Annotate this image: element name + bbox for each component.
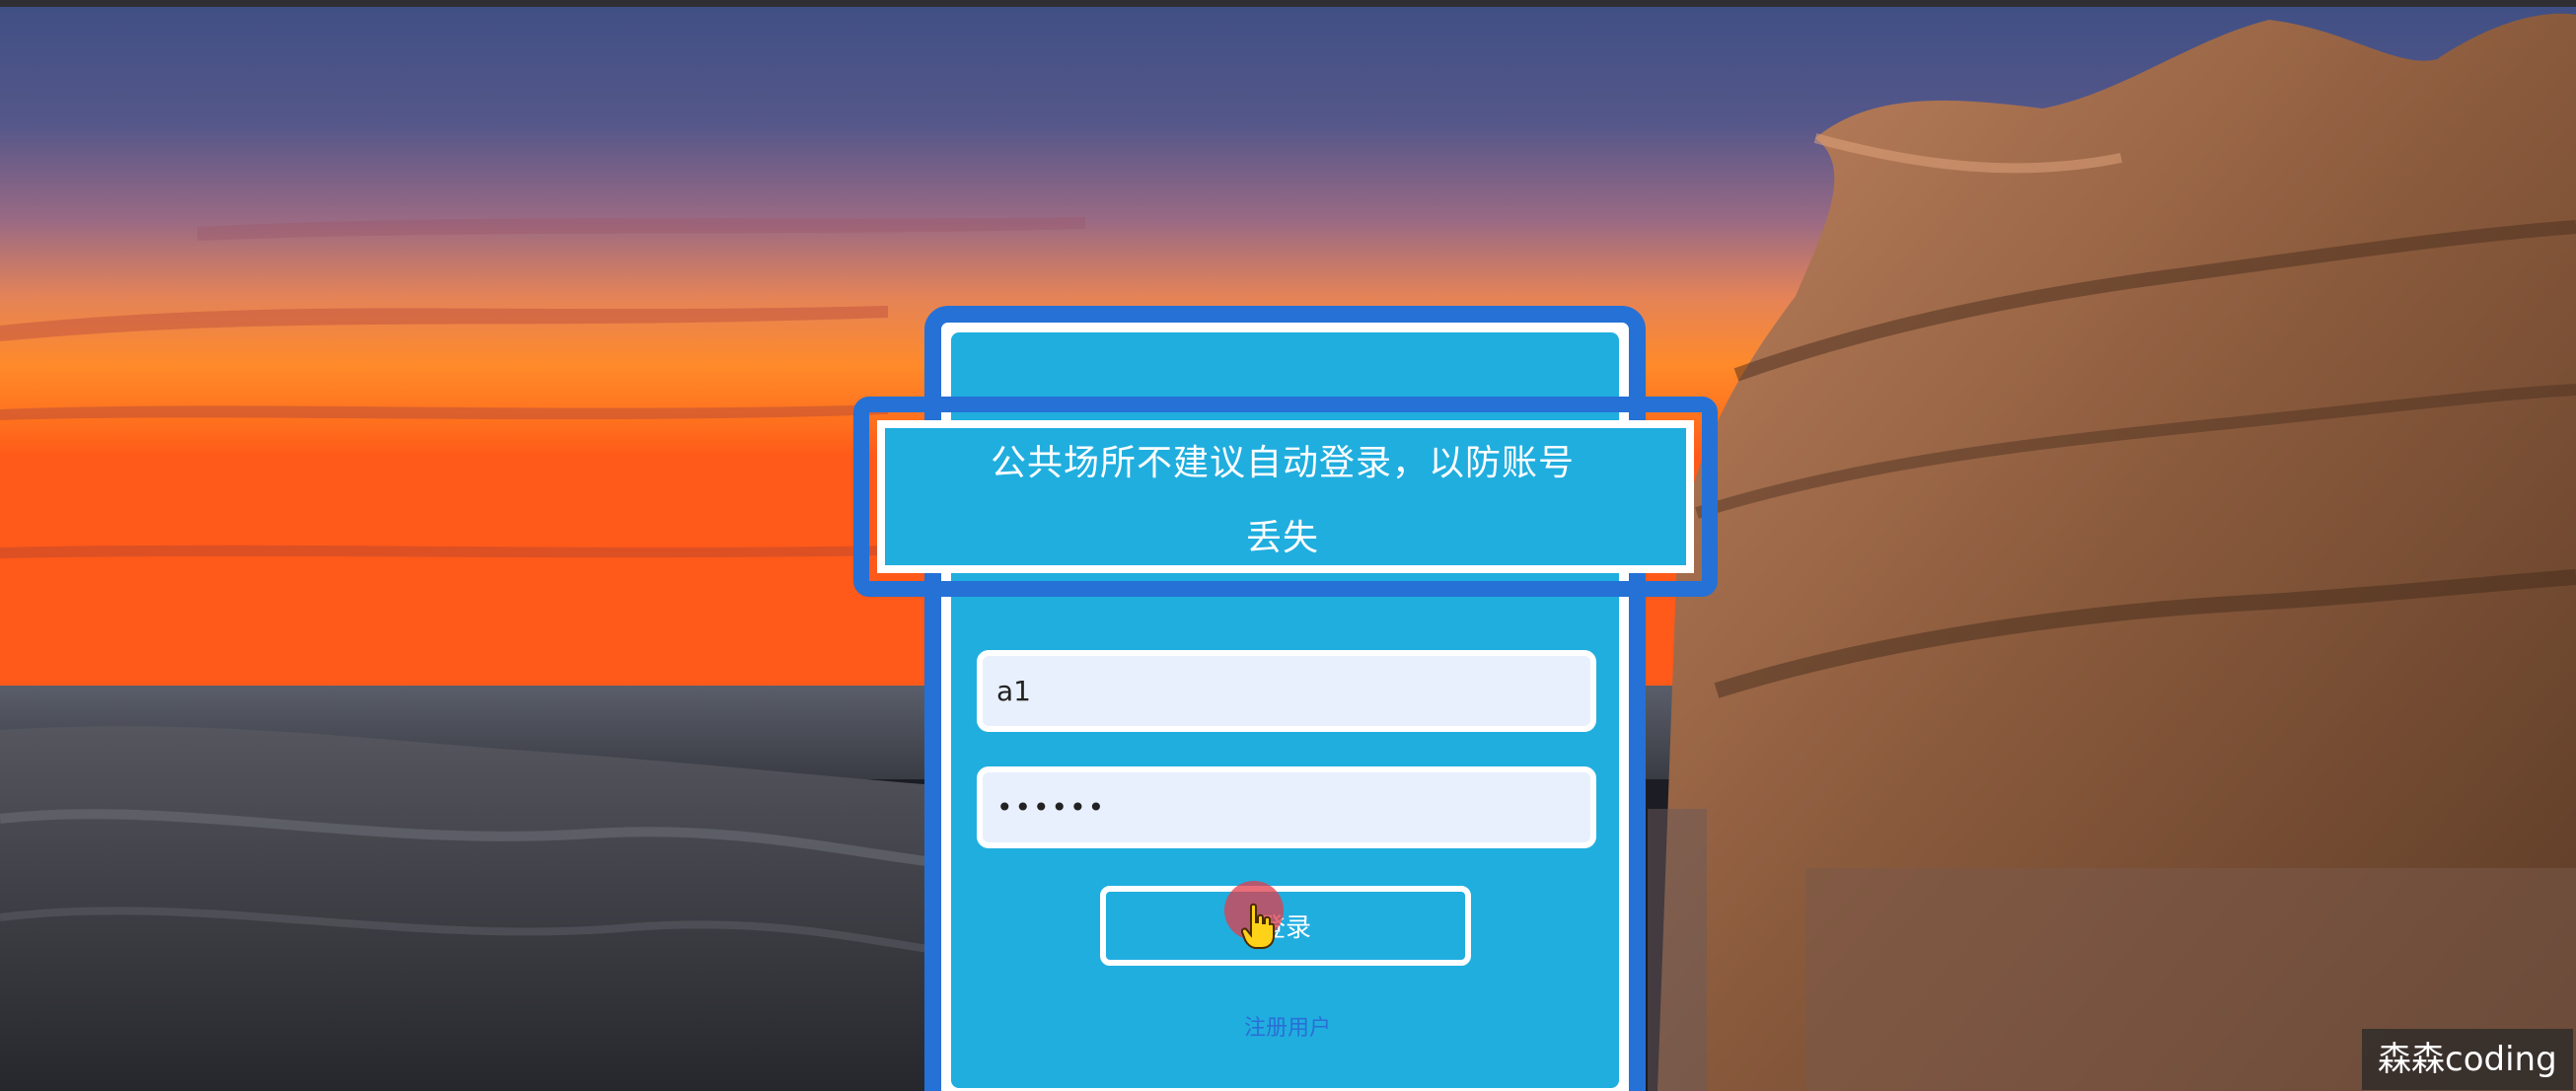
login-button[interactable]: 登录 <box>1100 886 1471 966</box>
notice-text: 公共场所不建议自动登录，以防账号丢失 <box>990 443 1575 558</box>
hand-pointer-icon <box>1241 903 1275 949</box>
username-field[interactable] <box>977 650 1596 732</box>
login-page: 公共场所不建议自动登录，以防账号丢失 登录 注册用户 森森coding <box>0 0 2576 1091</box>
password-field[interactable] <box>977 766 1596 848</box>
window-top-bar <box>0 0 2576 7</box>
watermark: 森森coding <box>2362 1029 2573 1090</box>
register-link[interactable]: 注册用户 <box>1214 1010 1362 1042</box>
